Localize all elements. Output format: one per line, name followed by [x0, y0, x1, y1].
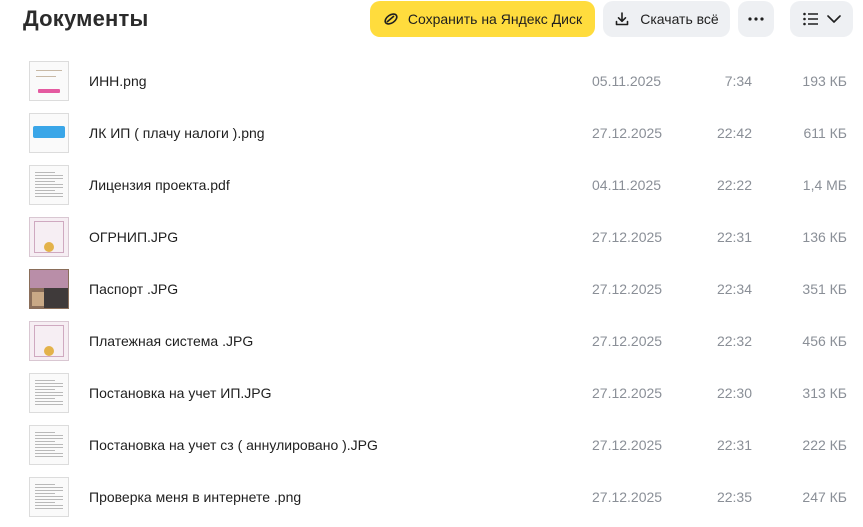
- file-thumbnail[interactable]: [29, 373, 69, 413]
- file-name[interactable]: ЛК ИП ( плачу налоги ).png: [89, 125, 265, 141]
- file-size: 313 КБ: [802, 385, 847, 401]
- download-all-button[interactable]: Скачать всё: [603, 1, 730, 37]
- file-date: 04.11.2025: [592, 177, 662, 193]
- file-size: 1,4 МБ: [802, 177, 847, 193]
- file-row[interactable]: Постановка на учет ИП.JPG 27.12.2025 22:30…: [0, 368, 863, 420]
- file-row[interactable]: Лицензия проекта.pdf 04.11.2025 22:22 1,4 М…: [0, 160, 863, 212]
- chevron-down-icon: [826, 15, 841, 23]
- file-time: 22:31: [716, 229, 752, 245]
- page-title: Документы: [23, 6, 149, 31]
- file-row[interactable]: Постановка на учет сз ( аннулировано ).J…: [0, 420, 863, 472]
- file-list: ИНН.png 05.11.2025 7:34 193 КБ ЛК ИП ( плачу…: [0, 56, 863, 524]
- file-size: 351 КБ: [802, 281, 847, 297]
- file-thumbnail[interactable]: [29, 165, 69, 205]
- file-size: 456 КБ: [802, 333, 847, 349]
- file-thumbnail[interactable]: [29, 113, 69, 153]
- save-button-label: Сохранить на Яндекс Диск: [407, 11, 583, 27]
- file-row[interactable]: Проверка меня в интернете .png 27.12.2025…: [0, 472, 863, 524]
- file-name[interactable]: ОГРНИП.JPG: [89, 229, 178, 245]
- file-row[interactable]: ОГРНИП.JPG 27.12.2025 22:31 136 КБ: [0, 212, 863, 264]
- file-date: 27.12.2025: [592, 385, 663, 401]
- file-date: 27.12.2025: [592, 229, 663, 245]
- file-row[interactable]: Паспорт .JPG 27.12.2025 22:34 351 КБ: [0, 264, 863, 316]
- file-row[interactable]: ЛК ИП ( плачу налоги ).png 27.12.2025 22:4…: [0, 108, 863, 160]
- file-thumbnail[interactable]: [29, 61, 69, 101]
- list-view-icon: [802, 12, 819, 26]
- file-name[interactable]: ИНН.png: [89, 73, 147, 89]
- file-size: 611 КБ: [803, 125, 847, 141]
- file-time: 22:30: [716, 385, 752, 401]
- file-size: 136 КБ: [802, 229, 847, 245]
- file-row[interactable]: ИНН.png 05.11.2025 7:34 193 КБ: [0, 56, 863, 108]
- download-button-label: Скачать всё: [640, 11, 719, 27]
- file-date: 27.12.2025: [592, 125, 663, 141]
- file-time: 22:34: [716, 281, 752, 297]
- file-time: 22:32: [716, 333, 752, 349]
- more-dots-icon: [748, 17, 764, 21]
- file-date: 27.12.2025: [592, 333, 663, 349]
- file-date: 27.12.2025: [592, 489, 663, 505]
- file-thumbnail[interactable]: [29, 217, 69, 257]
- file-name[interactable]: Постановка на учет ИП.JPG: [89, 385, 272, 401]
- disk-icon: [383, 11, 399, 27]
- file-time: 22:31: [716, 437, 752, 453]
- file-thumbnail[interactable]: [29, 269, 69, 309]
- file-name[interactable]: Платежная система .JPG: [89, 333, 253, 349]
- file-time: 22:22: [716, 177, 752, 193]
- file-thumbnail[interactable]: [29, 321, 69, 361]
- file-time: 22:42: [716, 125, 752, 141]
- file-date: 05.11.2025: [592, 73, 662, 89]
- file-size: 247 КБ: [802, 489, 847, 505]
- file-name[interactable]: Постановка на учет сз ( аннулировано ).J…: [89, 437, 378, 453]
- file-size: 193 КБ: [802, 73, 847, 89]
- file-thumbnail[interactable]: [29, 477, 69, 517]
- file-name[interactable]: Лицензия проекта.pdf: [89, 177, 230, 193]
- file-name[interactable]: Паспорт .JPG: [89, 281, 178, 297]
- file-time: 7:34: [724, 73, 752, 89]
- file-date: 27.12.2025: [592, 281, 663, 297]
- file-name[interactable]: Проверка меня в интернете .png: [89, 489, 301, 505]
- view-mode-button[interactable]: [790, 1, 853, 37]
- file-date: 27.12.2025: [592, 437, 663, 453]
- more-button[interactable]: [738, 1, 774, 37]
- save-to-disk-button[interactable]: Сохранить на Яндекс Диск: [370, 1, 595, 37]
- file-size: 222 КБ: [802, 437, 847, 453]
- header: Документы Сохранить на Яндекс Диск Скача…: [0, 0, 863, 40]
- file-thumbnail[interactable]: [29, 425, 69, 465]
- file-time: 22:35: [716, 489, 752, 505]
- download-icon: [614, 11, 630, 27]
- file-row[interactable]: Платежная система .JPG 27.12.2025 22:32 456…: [0, 316, 863, 368]
